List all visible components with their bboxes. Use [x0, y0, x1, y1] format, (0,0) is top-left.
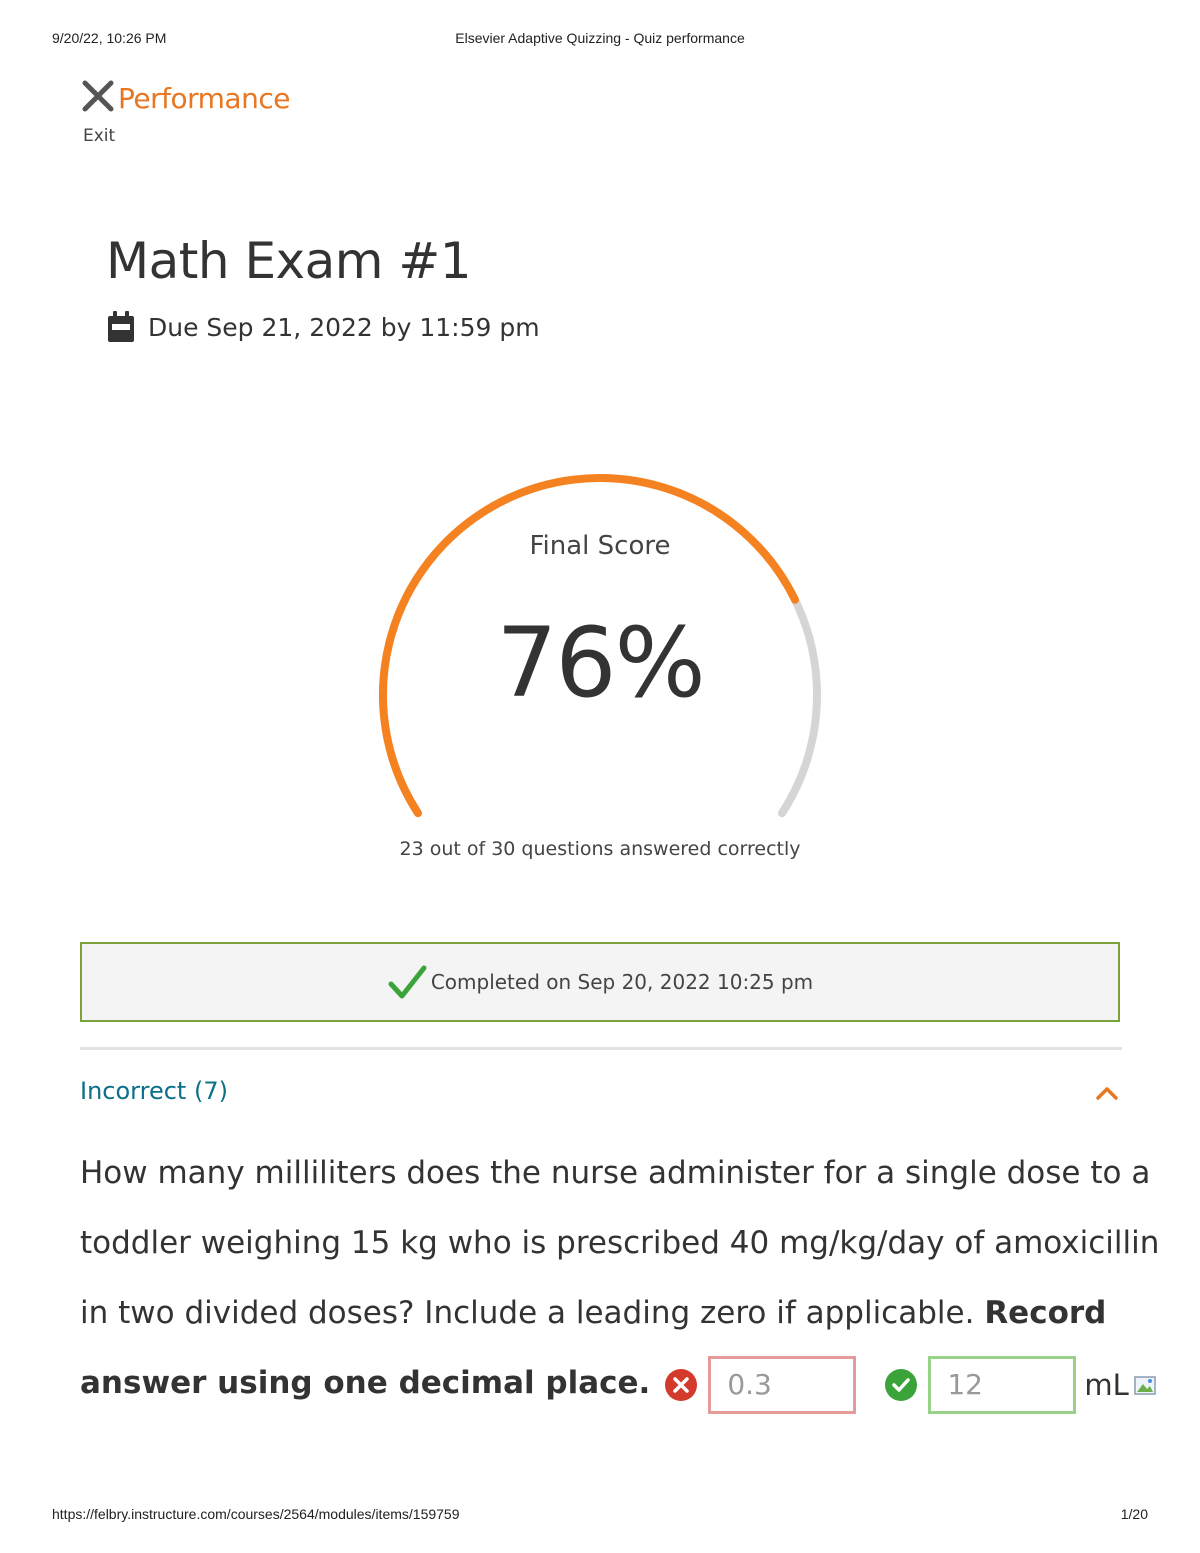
answered-summary: 23 out of 30 questions answered correctl…	[399, 838, 801, 860]
broken-image-icon	[1134, 1375, 1156, 1395]
question-line: toddler weighing 15 kg who is prescribed…	[80, 1225, 1160, 1261]
close-icon[interactable]	[80, 78, 116, 114]
final-score-label: Final Score	[529, 531, 671, 561]
print-url: https://felbry.instructure.com/courses/2…	[52, 1506, 460, 1522]
answer-unit: mL	[1084, 1367, 1129, 1402]
correct-answer-field: 12	[928, 1355, 1077, 1414]
question-text: How many milliliters does the nurse admi…	[80, 1138, 1160, 1420]
final-score-gauge: Final Score 76%	[370, 465, 830, 845]
incorrect-section-toggle[interactable]: Incorrect (7)	[80, 1077, 228, 1105]
print-page-number: 1/20	[1120, 1506, 1148, 1522]
incorrect-icon	[665, 1368, 698, 1401]
question-line: answer using one decimal place. 0.3 12 m…	[80, 1348, 1156, 1420]
final-score-value: 76%	[496, 607, 705, 719]
question-instruction: answer using one decimal place.	[80, 1365, 651, 1401]
correct-icon	[885, 1368, 918, 1401]
print-page-title: Elsevier Adaptive Quizzing - Quiz perfor…	[455, 30, 745, 46]
user-answer-field: 0.3	[708, 1355, 857, 1414]
chevron-up-icon[interactable]	[1094, 1080, 1120, 1106]
checkmark-icon	[388, 965, 427, 999]
exit-button[interactable]: Exit	[83, 126, 115, 146]
due-date: Due Sep 21, 2022 by 11:59 pm	[148, 312, 540, 342]
question-line: How many milliliters does the nurse admi…	[80, 1155, 1151, 1191]
question-instruction: Record	[984, 1295, 1107, 1331]
completion-text: Completed on Sep 20, 2022 10:25 pm	[430, 970, 814, 994]
page-title: Performance	[118, 82, 290, 115]
completion-banner: Completed on Sep 20, 2022 10:25 pm	[80, 942, 1120, 1022]
due-date-row: Due Sep 21, 2022 by 11:59 pm	[106, 310, 540, 344]
answer-row: 0.3 12 mL	[650, 1350, 1158, 1420]
section-divider	[80, 1047, 1122, 1050]
calendar-icon	[108, 311, 134, 342]
exam-title: Math Exam #1	[106, 232, 472, 290]
question-line: in two divided doses? Include a leading …	[80, 1278, 1130, 1348]
question-line-text: in two divided doses? Include a leading …	[80, 1295, 985, 1331]
